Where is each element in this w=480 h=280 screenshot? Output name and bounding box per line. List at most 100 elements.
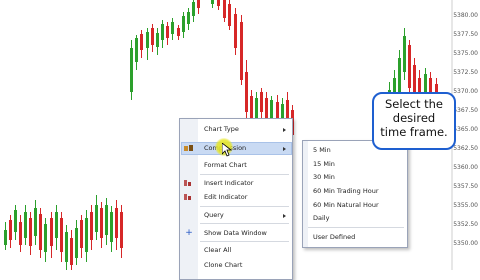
candlestick xyxy=(177,25,180,40)
candle-body xyxy=(197,0,200,8)
candle-body xyxy=(260,92,263,112)
submenu-item-30-min[interactable]: 30 Min xyxy=(313,172,335,182)
submenu-arrow-icon xyxy=(283,147,286,151)
candle-body xyxy=(24,212,27,238)
candle-body xyxy=(110,212,113,242)
price-label: 5352.50 xyxy=(453,221,478,228)
menu-item-chart-type[interactable]: Chart Type xyxy=(204,124,239,134)
menu-item-clone-chart[interactable]: Clone Chart xyxy=(204,260,242,270)
candle-body xyxy=(171,22,174,34)
candlestick xyxy=(14,205,17,240)
submenu-item-60-min-trading-hour[interactable]: 60 Min Trading Hour xyxy=(313,186,379,196)
candle-body xyxy=(177,28,180,36)
candle-body xyxy=(245,72,248,112)
candlestick xyxy=(135,35,138,70)
candlestick xyxy=(100,202,103,248)
candlestick xyxy=(228,0,231,30)
candlestick xyxy=(403,28,406,80)
candle-body xyxy=(65,232,68,262)
menu-icon-gutter xyxy=(303,141,308,247)
candlestick xyxy=(211,0,214,8)
candlestick xyxy=(187,8,190,30)
candle-body xyxy=(4,230,7,245)
candle-body xyxy=(240,22,243,80)
candlestick xyxy=(245,60,248,120)
price-label: 5367.50 xyxy=(453,107,478,114)
menu-separator xyxy=(308,227,404,228)
chart-context-menu: Chart Type Compression Format Chart Inse… xyxy=(179,118,293,280)
candlestick xyxy=(151,24,154,52)
menu-item-format-chart[interactable]: Format Chart xyxy=(204,160,247,170)
candle-body xyxy=(408,45,411,88)
candle-body xyxy=(146,32,149,48)
callout-line: Select the xyxy=(384,97,443,111)
candlestick xyxy=(120,205,123,258)
candle-body xyxy=(80,220,83,248)
candlestick xyxy=(197,0,200,14)
menu-item-show-data-window[interactable]: Show Data Window xyxy=(204,228,267,238)
crosshair-icon: + xyxy=(185,228,193,238)
candle-body xyxy=(403,36,406,72)
candle-body xyxy=(140,34,143,50)
candle-body xyxy=(60,218,63,252)
candle-body xyxy=(187,12,190,24)
menu-item-query[interactable]: Query xyxy=(204,210,224,220)
candle-body xyxy=(151,28,154,45)
candle-body xyxy=(70,238,73,265)
candle-body xyxy=(228,4,231,26)
menu-separator xyxy=(200,174,289,175)
submenu-item-user-defined[interactable]: User Defined xyxy=(313,232,355,242)
price-label: 5350.00 xyxy=(453,240,478,247)
menu-item-insert-indicator[interactable]: Insert Indicator xyxy=(204,178,253,188)
candle-body xyxy=(211,0,214,4)
candle-body xyxy=(34,208,37,236)
candle-body xyxy=(192,2,195,16)
price-label: 5365.00 xyxy=(453,126,478,133)
candlestick xyxy=(24,205,27,245)
price-axis: 5380.00 5377.50 5375.00 5372.50 5370.00 … xyxy=(452,0,480,270)
menu-item-edit-indicator[interactable]: Edit Indicator xyxy=(204,192,247,202)
price-label: 5377.50 xyxy=(453,31,478,38)
menu-separator xyxy=(200,206,289,207)
candlestick xyxy=(408,40,411,95)
candlestick xyxy=(85,210,88,262)
candle-body xyxy=(14,210,17,232)
candle-body xyxy=(115,208,118,238)
candlestick xyxy=(75,220,78,265)
candlestick xyxy=(105,198,108,245)
indicator-icon xyxy=(184,179,194,187)
candlestick xyxy=(60,212,63,262)
candlestick xyxy=(95,195,98,240)
mouse-pointer-icon xyxy=(222,143,232,157)
price-label: 5355.00 xyxy=(453,202,478,209)
candle-body xyxy=(250,96,253,118)
candle-body xyxy=(161,24,164,40)
submenu-item-5-min[interactable]: 5 Min xyxy=(313,145,331,155)
candlestick xyxy=(166,22,169,45)
candlestick xyxy=(80,215,83,258)
candlestick xyxy=(65,225,68,270)
submenu-item-60-min-natural-hour[interactable]: 60 Min Natural Hour xyxy=(313,200,379,210)
candle-body xyxy=(55,212,58,238)
menu-item-clear-all[interactable]: Clear All xyxy=(204,245,231,255)
candlestick xyxy=(9,215,12,248)
candlestick xyxy=(34,200,37,245)
candle-body xyxy=(39,214,42,250)
candlestick xyxy=(50,212,53,258)
candlestick xyxy=(140,30,143,58)
price-label: 5370.00 xyxy=(453,88,478,95)
edit-indicator-icon xyxy=(184,193,194,201)
menu-separator xyxy=(200,241,289,242)
submenu-item-daily[interactable]: Daily xyxy=(313,213,329,223)
callout-line: time frame. xyxy=(380,125,448,139)
candle-body xyxy=(120,212,123,248)
candle-body xyxy=(9,220,12,240)
compression-icon xyxy=(184,144,194,152)
price-label: 5380.00 xyxy=(453,12,478,19)
candle-body xyxy=(135,38,138,62)
candlestick xyxy=(260,88,263,118)
candle-body xyxy=(105,205,108,235)
price-label: 5362.50 xyxy=(453,145,478,152)
candle-body xyxy=(50,218,53,246)
submenu-item-15-min[interactable]: 15 Min xyxy=(313,159,335,169)
